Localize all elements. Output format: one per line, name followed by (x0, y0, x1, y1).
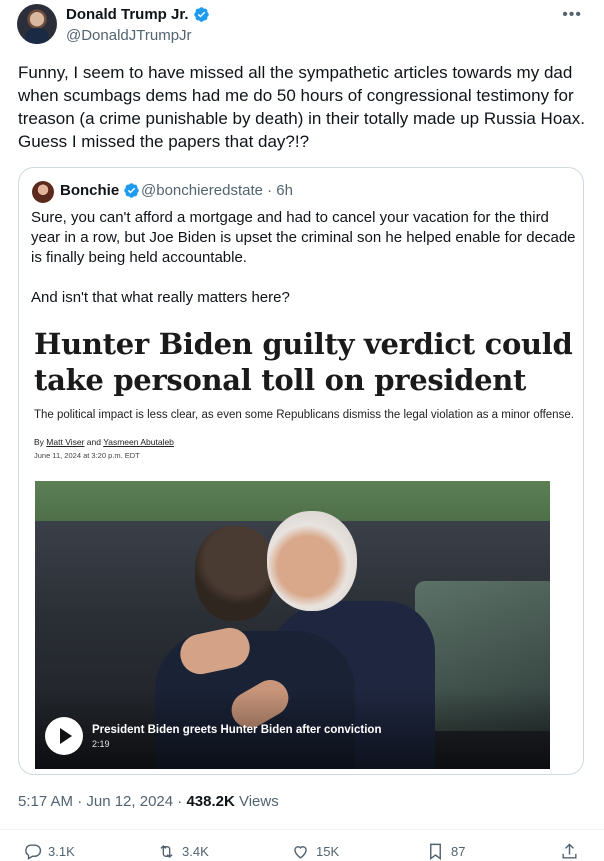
tweet-meta: 5:17 AM · Jun 12, 2024 · 438.2K Views (18, 793, 279, 810)
byline-author-2: Yasmeen Abutaleb (103, 437, 174, 447)
author-name[interactable]: Donald Trump Jr. (66, 6, 189, 23)
more-horizontal-icon[interactable]: ••• (562, 6, 582, 24)
article-dateline: June 11, 2024 at 3:20 p.m. EDT (34, 451, 140, 460)
repost-count: 3.4K (182, 844, 209, 859)
article-subhead: The political impact is less clear, as e… (34, 409, 574, 421)
article-byline: By Matt Viser and Yasmeen Abutaleb (34, 437, 174, 447)
author-name-row[interactable]: Donald Trump Jr. (66, 6, 210, 23)
tweet-text: Funny, I seem to have missed all the sym… (18, 63, 585, 151)
play-icon[interactable] (45, 717, 83, 755)
quoted-tweet[interactable]: Bonchie @bonchieredstate · 6h Sure, you … (18, 167, 584, 775)
author-handle[interactable]: @DonaldJTrumpJr (66, 27, 192, 44)
bookmark-icon (430, 843, 441, 861)
reply-icon (25, 844, 42, 860)
quote-author-name-row[interactable]: Bonchie (60, 182, 140, 199)
byline-author-1: Matt Viser (46, 437, 85, 447)
share-icon (562, 843, 577, 859)
reply-count: 3.1K (48, 844, 75, 859)
quote-author-handle-time[interactable]: @bonchieredstate · 6h (141, 182, 293, 199)
quote-author-name[interactable]: Bonchie (60, 182, 119, 199)
video-duration: 2:19 (92, 739, 110, 749)
byline-prefix: By (34, 437, 44, 447)
repost-button[interactable]: 3.4K (157, 842, 209, 861)
article-headline: Hunter Biden guilty verdict could take p… (34, 327, 573, 397)
views-label: Views (234, 793, 279, 810)
action-bar: 3.1K 3.4K 15K 87 (0, 838, 604, 861)
tweet-timestamp[interactable]: 5:17 AM · Jun 12, 2024 · (18, 793, 186, 810)
reply-button[interactable]: 3.1K (23, 842, 75, 861)
verified-badge-icon (193, 7, 209, 22)
like-count: 15K (316, 844, 340, 859)
photo-head-joe (267, 511, 357, 611)
bookmark-button[interactable]: 87 (426, 842, 465, 861)
author-avatar[interactable] (17, 4, 57, 44)
byline-and: and (86, 437, 101, 447)
verified-badge-icon (124, 183, 139, 198)
quote-author-avatar[interactable] (32, 181, 54, 203)
video-thumbnail[interactable]: President Biden greets Hunter Biden afte… (35, 481, 550, 769)
video-caption: President Biden greets Hunter Biden afte… (92, 724, 382, 736)
views-count: 438.2K (186, 793, 235, 810)
quote-text: Sure, you can't afford a mortgage and ha… (31, 209, 576, 306)
photo-head-hunter (195, 526, 275, 621)
bookmark-count: 87 (451, 844, 466, 859)
heart-icon (294, 846, 307, 859)
divider (0, 829, 604, 830)
repost-icon (160, 844, 173, 859)
like-button[interactable]: 15K (291, 842, 339, 861)
share-button[interactable] (560, 842, 579, 861)
